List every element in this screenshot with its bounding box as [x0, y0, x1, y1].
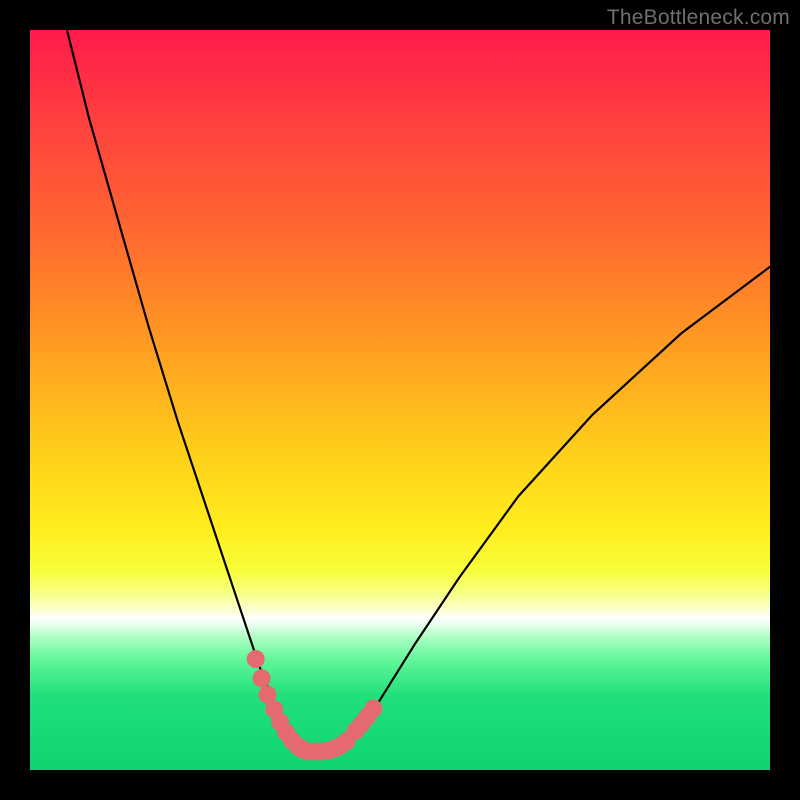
- highlight-dot: [364, 700, 382, 718]
- bottleneck-curve: [67, 30, 770, 752]
- curve-svg: [30, 30, 770, 770]
- highlight-dot: [253, 669, 271, 687]
- watermark-text: TheBottleneck.com: [607, 6, 790, 30]
- highlight-dot: [247, 650, 265, 668]
- chart-plot-area: [30, 30, 770, 770]
- highlight-dots: [247, 650, 383, 761]
